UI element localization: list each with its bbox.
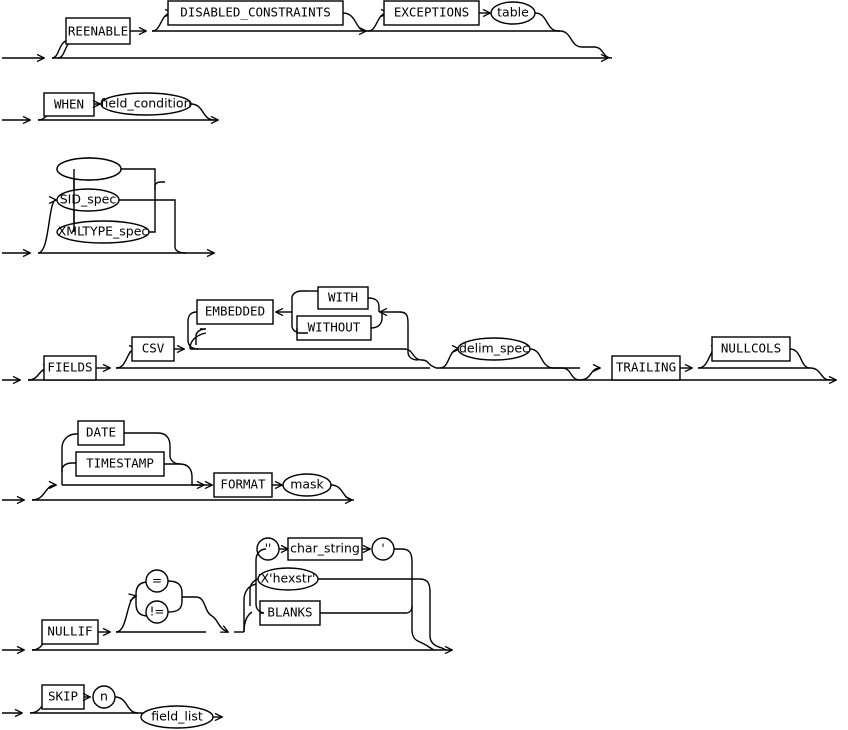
node-trailing-label: TRAILING [616,360,676,375]
railroad-diagram-page: REENABLE DISABLED_CONSTRAINTS EXCEPTIONS… [0,0,848,730]
node-csv-label: CSV [142,341,165,356]
node-exceptions-label: EXCEPTIONS [394,5,469,20]
node-date-label: DATE [86,425,116,440]
node-skip-label: SKIP [48,689,78,704]
node-n-label: n [100,689,108,704]
node-field-condition-label: field_condition [100,96,191,111]
node-sid-spec-label: SID_spec [60,192,117,207]
diagram-nullif-clause: NULLIF = != '' char_string ' X'hexstr' B… [2,537,452,650]
node-table-label: table [497,5,529,20]
node-operator-eq-label: = [152,574,162,588]
node-nullif-label: NULLIF [47,624,92,639]
node-delim-spec-label: delim_spec [459,341,529,356]
node-fields-label: FIELDS [47,360,92,375]
node-timestamp-label: TIMESTAMP [86,456,154,471]
node-mask-label: mask [290,477,324,492]
node-quote-close-label: ' [381,542,384,556]
node-with-label: WITH [328,290,358,305]
node-without-label: WITHOUT [308,320,361,335]
diagram-reenable-clause: REENABLE DISABLED_CONSTRAINTS EXCEPTIONS… [2,0,613,58]
diagram-skip-clause: SKIP n field_list [2,684,222,729]
node-char-string-label: char_string [290,541,360,556]
node-embedded-label: EMBEDDED [205,304,265,319]
diagram-format-clause: DATE TIMESTAMP FORMAT mask [2,420,355,500]
node-reenable-label: REENABLE [68,24,128,39]
node-when-label: WHEN [54,97,84,112]
node-field-list-label: field_list [151,709,203,724]
diagram-fields-clause: FIELDS CSV EMBEDDED WITH WITHOUT delim_s… [2,286,836,380]
node-disabled-constraints-label: DISABLED_CONSTRAINTS [180,5,331,20]
node-hexstr-label: X'hexstr' [261,571,316,586]
node-xmltype-spec-label: XMLTYPE_spec [58,224,149,239]
node-blanks-label: BLANKS [267,605,312,620]
node-nullcols-label: NULLCOLS [721,341,781,356]
diagram-spec-clause: OID_spec SID_spec XMLTYPE_spec [2,157,214,253]
node-format-label: FORMAT [220,477,266,492]
diagram-when-clause: WHEN field_condition [2,92,218,120]
railroad-diagrams-canvas: REENABLE DISABLED_CONSTRAINTS EXCEPTIONS… [2,0,848,729]
node-operator-neq-label: != [150,605,165,619]
